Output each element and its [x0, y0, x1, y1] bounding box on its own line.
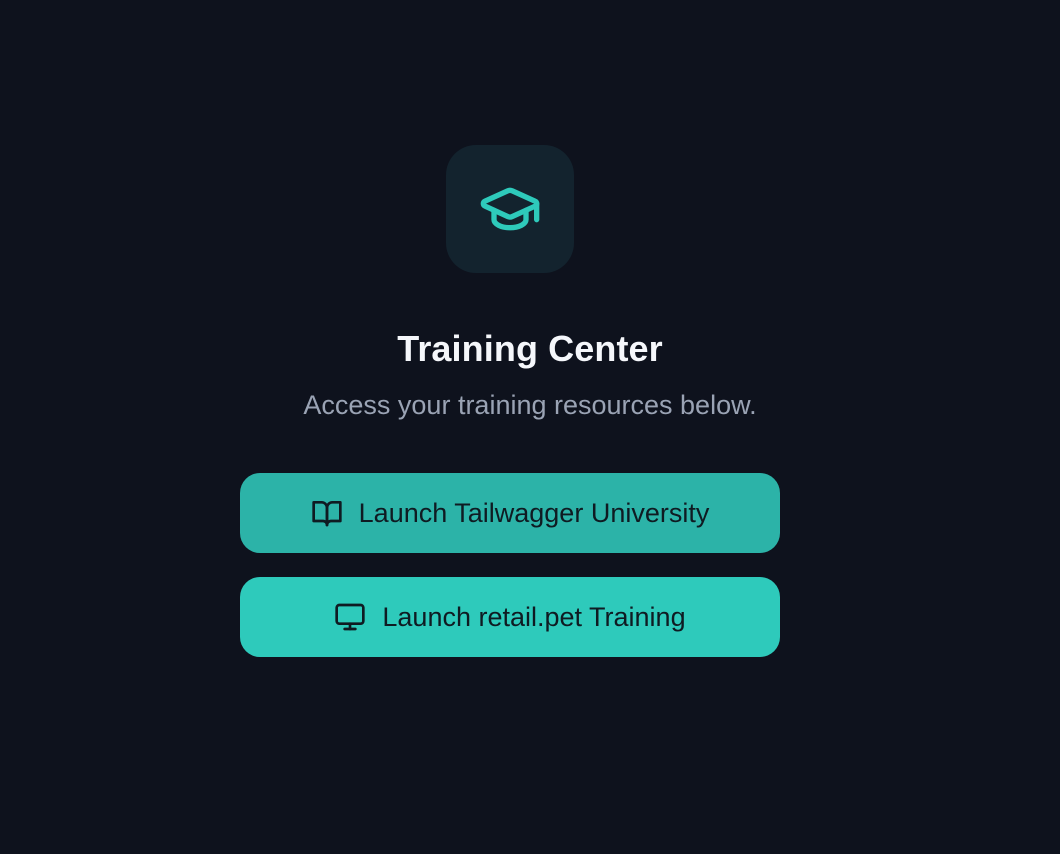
page-title: Training Center [397, 328, 663, 369]
logo-tile [446, 145, 574, 273]
monitor-icon [334, 601, 366, 633]
page-subtitle: Access your training resources below. [303, 390, 757, 420]
launch-tailwagger-university-button[interactable]: Launch Tailwagger University [240, 473, 780, 553]
training-center-page: Training Center Access your training res… [0, 0, 1060, 854]
launch-retail-pet-training-button[interactable]: Launch retail.pet Training [240, 577, 780, 657]
button-label: Launch Tailwagger University [358, 497, 710, 528]
graduation-cap-icon [478, 177, 542, 241]
book-open-icon [311, 497, 343, 529]
button-label: Launch retail.pet Training [382, 601, 686, 632]
